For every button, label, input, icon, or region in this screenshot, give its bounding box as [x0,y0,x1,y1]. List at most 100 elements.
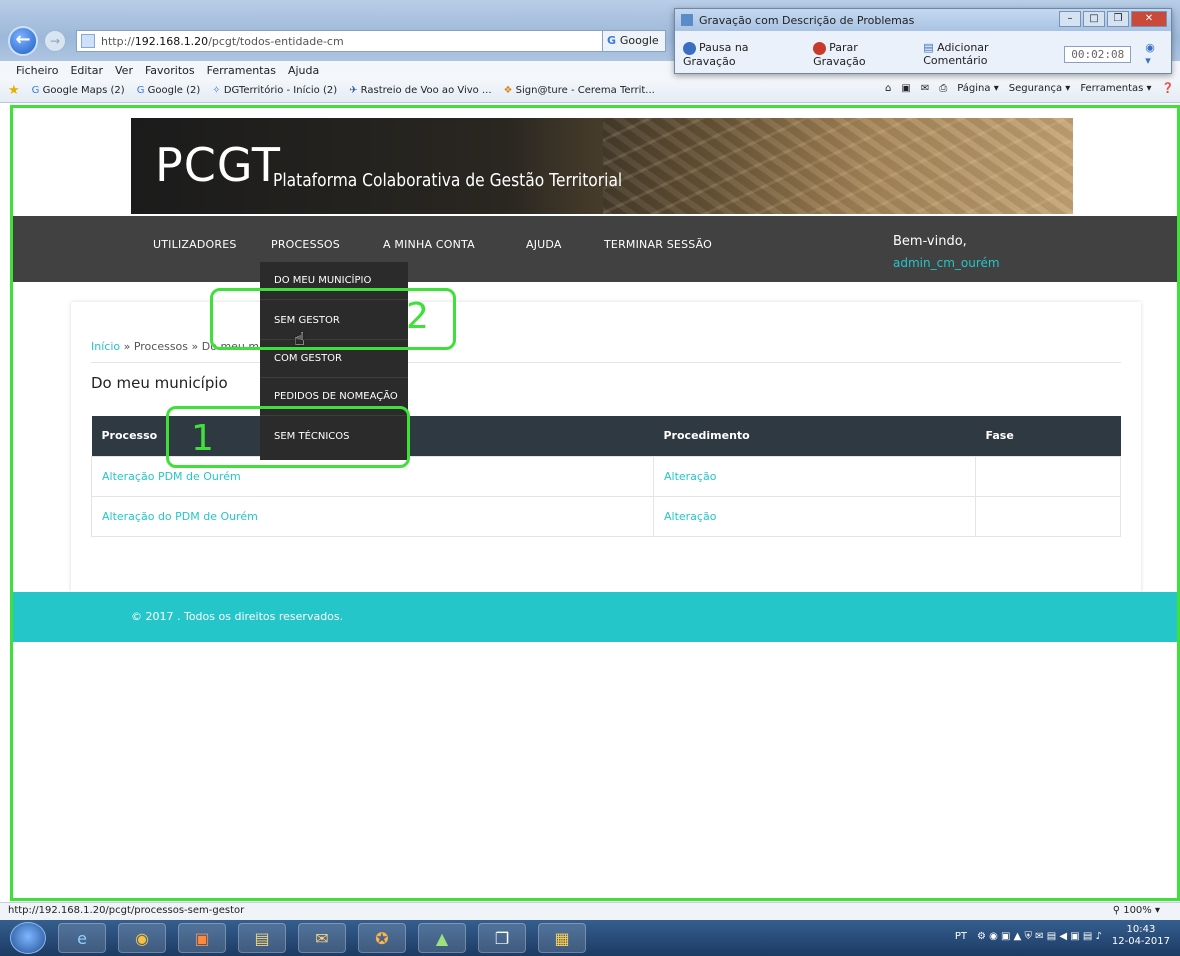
nav-utilizadores[interactable]: UTILIZADORES [153,238,237,251]
recorder-title: Gravação com Descrição de Problemas [699,13,915,27]
fav-label: Sign@ture - Cerema Territ... [515,85,655,96]
forward-button[interactable]: → [44,30,66,52]
tools-menu[interactable]: Ferramentas ▾ [1080,83,1151,94]
safety-menu[interactable]: Segurança ▾ [1009,83,1071,94]
fav-google-maps[interactable]: G Google Maps (2) [32,85,125,96]
maximize-icon[interactable]: □ [1083,11,1105,27]
procedure-link[interactable]: Alteração [653,455,976,497]
zoom-icon: ⚲ [1112,905,1124,916]
help-icon[interactable]: ❓ [1162,83,1174,94]
pause-recording-button[interactable]: Pausa na Gravação [683,41,799,68]
recording-timer: 00:02:08 [1064,45,1132,63]
copyright-text: © 2017 . Todos os direitos reservados. [131,610,344,623]
home-icon[interactable]: ⌂ [885,83,891,94]
fav-rastreio[interactable]: ✈ Rastreio de Voo ao Vivo ... [349,85,491,96]
recorder-app-icon [681,14,693,26]
phase-cell [975,495,1121,537]
zoom-level: 100% [1123,905,1152,916]
comment-icon: ▤ [923,41,938,55]
steps-recorder-window: Gravação com Descrição de Problemas – □ … [674,8,1172,74]
process-link[interactable]: Alteração do PDM de Ourém [91,495,654,537]
site-subtitle: Plataforma Colaborativa de Gestão Territ… [273,170,623,191]
tray-icons[interactable]: ⚙ ◉ ▣ ▲ ⛨ ✉ ▤ ◀ ▣ ▤ ♪ [977,931,1102,942]
app-taskbar-icon[interactable]: ✪ [358,923,406,953]
feeds-icon[interactable]: ▣ [901,83,910,94]
fav-label: Google (2) [147,85,201,96]
recorder-taskbar-icon[interactable]: ▦ [538,923,586,953]
command-bar: ⌂ ▣ ✉ ⎙ Página ▾ Segurança ▾ Ferramentas… [885,83,1174,94]
windows-taskbar: e ◉ ▣ ▤ ✉ ✪ ▲ ❐ ▦ PT ⚙ ◉ ▣ ▲ ⛨ ✉ ▤ ◀ ▣ ▤… [0,920,1180,956]
favorites-star-icon[interactable]: ★ [8,83,20,98]
fav-label: Rastreio de Voo ao Vivo ... [360,85,492,96]
recorder-titlebar: Gravação com Descrição de Problemas – □ … [675,9,1171,31]
recorder-help-icon[interactable]: ◉ ▾ [1145,41,1163,67]
site-footer: © 2017 . Todos os direitos reservados. [13,592,1177,642]
stop-recording-button[interactable]: Parar Gravação [813,41,909,68]
main-navigation: UTILIZADORES PROCESSOS A MINHA CONTA AJU… [13,216,1177,282]
minimize-icon[interactable]: – [1059,11,1081,27]
nav-processos[interactable]: PROCESSOS [271,238,340,251]
search-provider-label: Google [619,34,659,47]
fav-label: Google Maps (2) [42,85,125,96]
clock-date: 12-04-2017 [1111,936,1170,947]
nav-ajuda[interactable]: AJUDA [526,238,562,251]
column-header-procedimento[interactable]: Procedimento [653,416,976,456]
nav-minha-conta[interactable]: A MINHA CONTA [383,238,475,251]
mail-icon[interactable]: ✉ [921,83,929,94]
fav-dgterritorio[interactable]: ✧ DGTerritório - Início (2) [212,85,337,96]
procedure-link[interactable]: Alteração [653,495,976,537]
start-button[interactable] [10,922,46,954]
menu-help[interactable]: Ajuda [288,64,319,77]
menu-edit[interactable]: Editar [70,64,103,77]
nav-terminar-sessao[interactable]: TERMINAR SESSÃO [604,238,712,251]
recorder-window-buttons: – □ ❐ ✕ [1059,11,1167,27]
window-taskbar-icon[interactable]: ❐ [478,923,526,953]
breadcrumb-processos: » Processos » [120,340,202,353]
dgt-icon: ✧ [212,85,224,96]
breadcrumb-home[interactable]: Início [91,340,120,353]
media-taskbar-icon[interactable]: ▣ [178,923,226,953]
system-tray: PT ⚙ ◉ ▣ ▲ ⛨ ✉ ▤ ◀ ▣ ▤ ♪ 10:43 12-04-2017 [955,924,1170,948]
column-header-fase[interactable]: Fase [975,416,1121,456]
search-provider[interactable]: G Google [602,30,666,52]
signature-icon: ❖ [503,85,516,96]
fav-label: DGTerritório - Início (2) [223,85,338,96]
page-favicon-icon [81,34,95,48]
restore-icon[interactable]: ❐ [1107,11,1129,27]
url-prefix: http:// [101,34,135,48]
fav-signature[interactable]: ❖ Sign@ture - Cerema Territ... [504,85,655,96]
fav-google[interactable]: G Google (2) [137,85,201,96]
menu-tools[interactable]: Ferramentas [207,64,276,77]
add-comment-button[interactable]: ▤ Adicionar Comentário [923,41,1050,67]
url-path: /pcgt/todos-entidade-cm [208,34,344,48]
status-bar: http://192.168.1.20/pcgt/processos-sem-g… [0,902,1180,920]
files-taskbar-icon[interactable]: ▤ [238,923,286,953]
google-icon: G [31,85,43,96]
menu-file[interactable]: Ficheiro [16,64,58,77]
site-logo[interactable]: PCGT [155,138,281,192]
back-button[interactable]: ← [8,26,38,56]
close-icon[interactable]: ✕ [1131,11,1167,27]
stop-icon [813,41,827,55]
mail-taskbar-icon[interactable]: ✉ [298,923,346,953]
chrome-taskbar-icon[interactable]: ◉ [118,923,166,953]
phase-cell [975,455,1121,497]
recorder-toolbar: Pausa na Gravação Parar Gravação ▤ Adici… [675,31,1171,78]
page-menu[interactable]: Página ▾ [957,83,999,94]
username-link[interactable]: admin_cm_ourém [893,256,1000,270]
ie-taskbar-icon[interactable]: e [58,923,106,953]
zoom-control[interactable]: ⚲ 100% ▾ [1113,903,1160,919]
menu-favorites[interactable]: Favoritos [145,64,195,77]
language-indicator[interactable]: PT [955,931,967,942]
print-icon[interactable]: ⎙ [939,83,947,94]
folder-taskbar-icon[interactable]: ▲ [418,923,466,953]
page-title: Do meu município [91,374,228,392]
google-icon: G [607,34,620,47]
system-clock[interactable]: 10:43 12-04-2017 [1112,924,1170,948]
menu-view[interactable]: Ver [115,64,133,77]
welcome-text: Bem-vindo, [893,234,967,249]
address-bar[interactable]: http://192.168.1.20/pcgt/todos-entidade-… [76,30,662,52]
annotation-number-1: 1 [191,418,214,459]
clock-time: 10:43 [1126,924,1156,935]
annotation-number-2: 2 [406,296,429,337]
